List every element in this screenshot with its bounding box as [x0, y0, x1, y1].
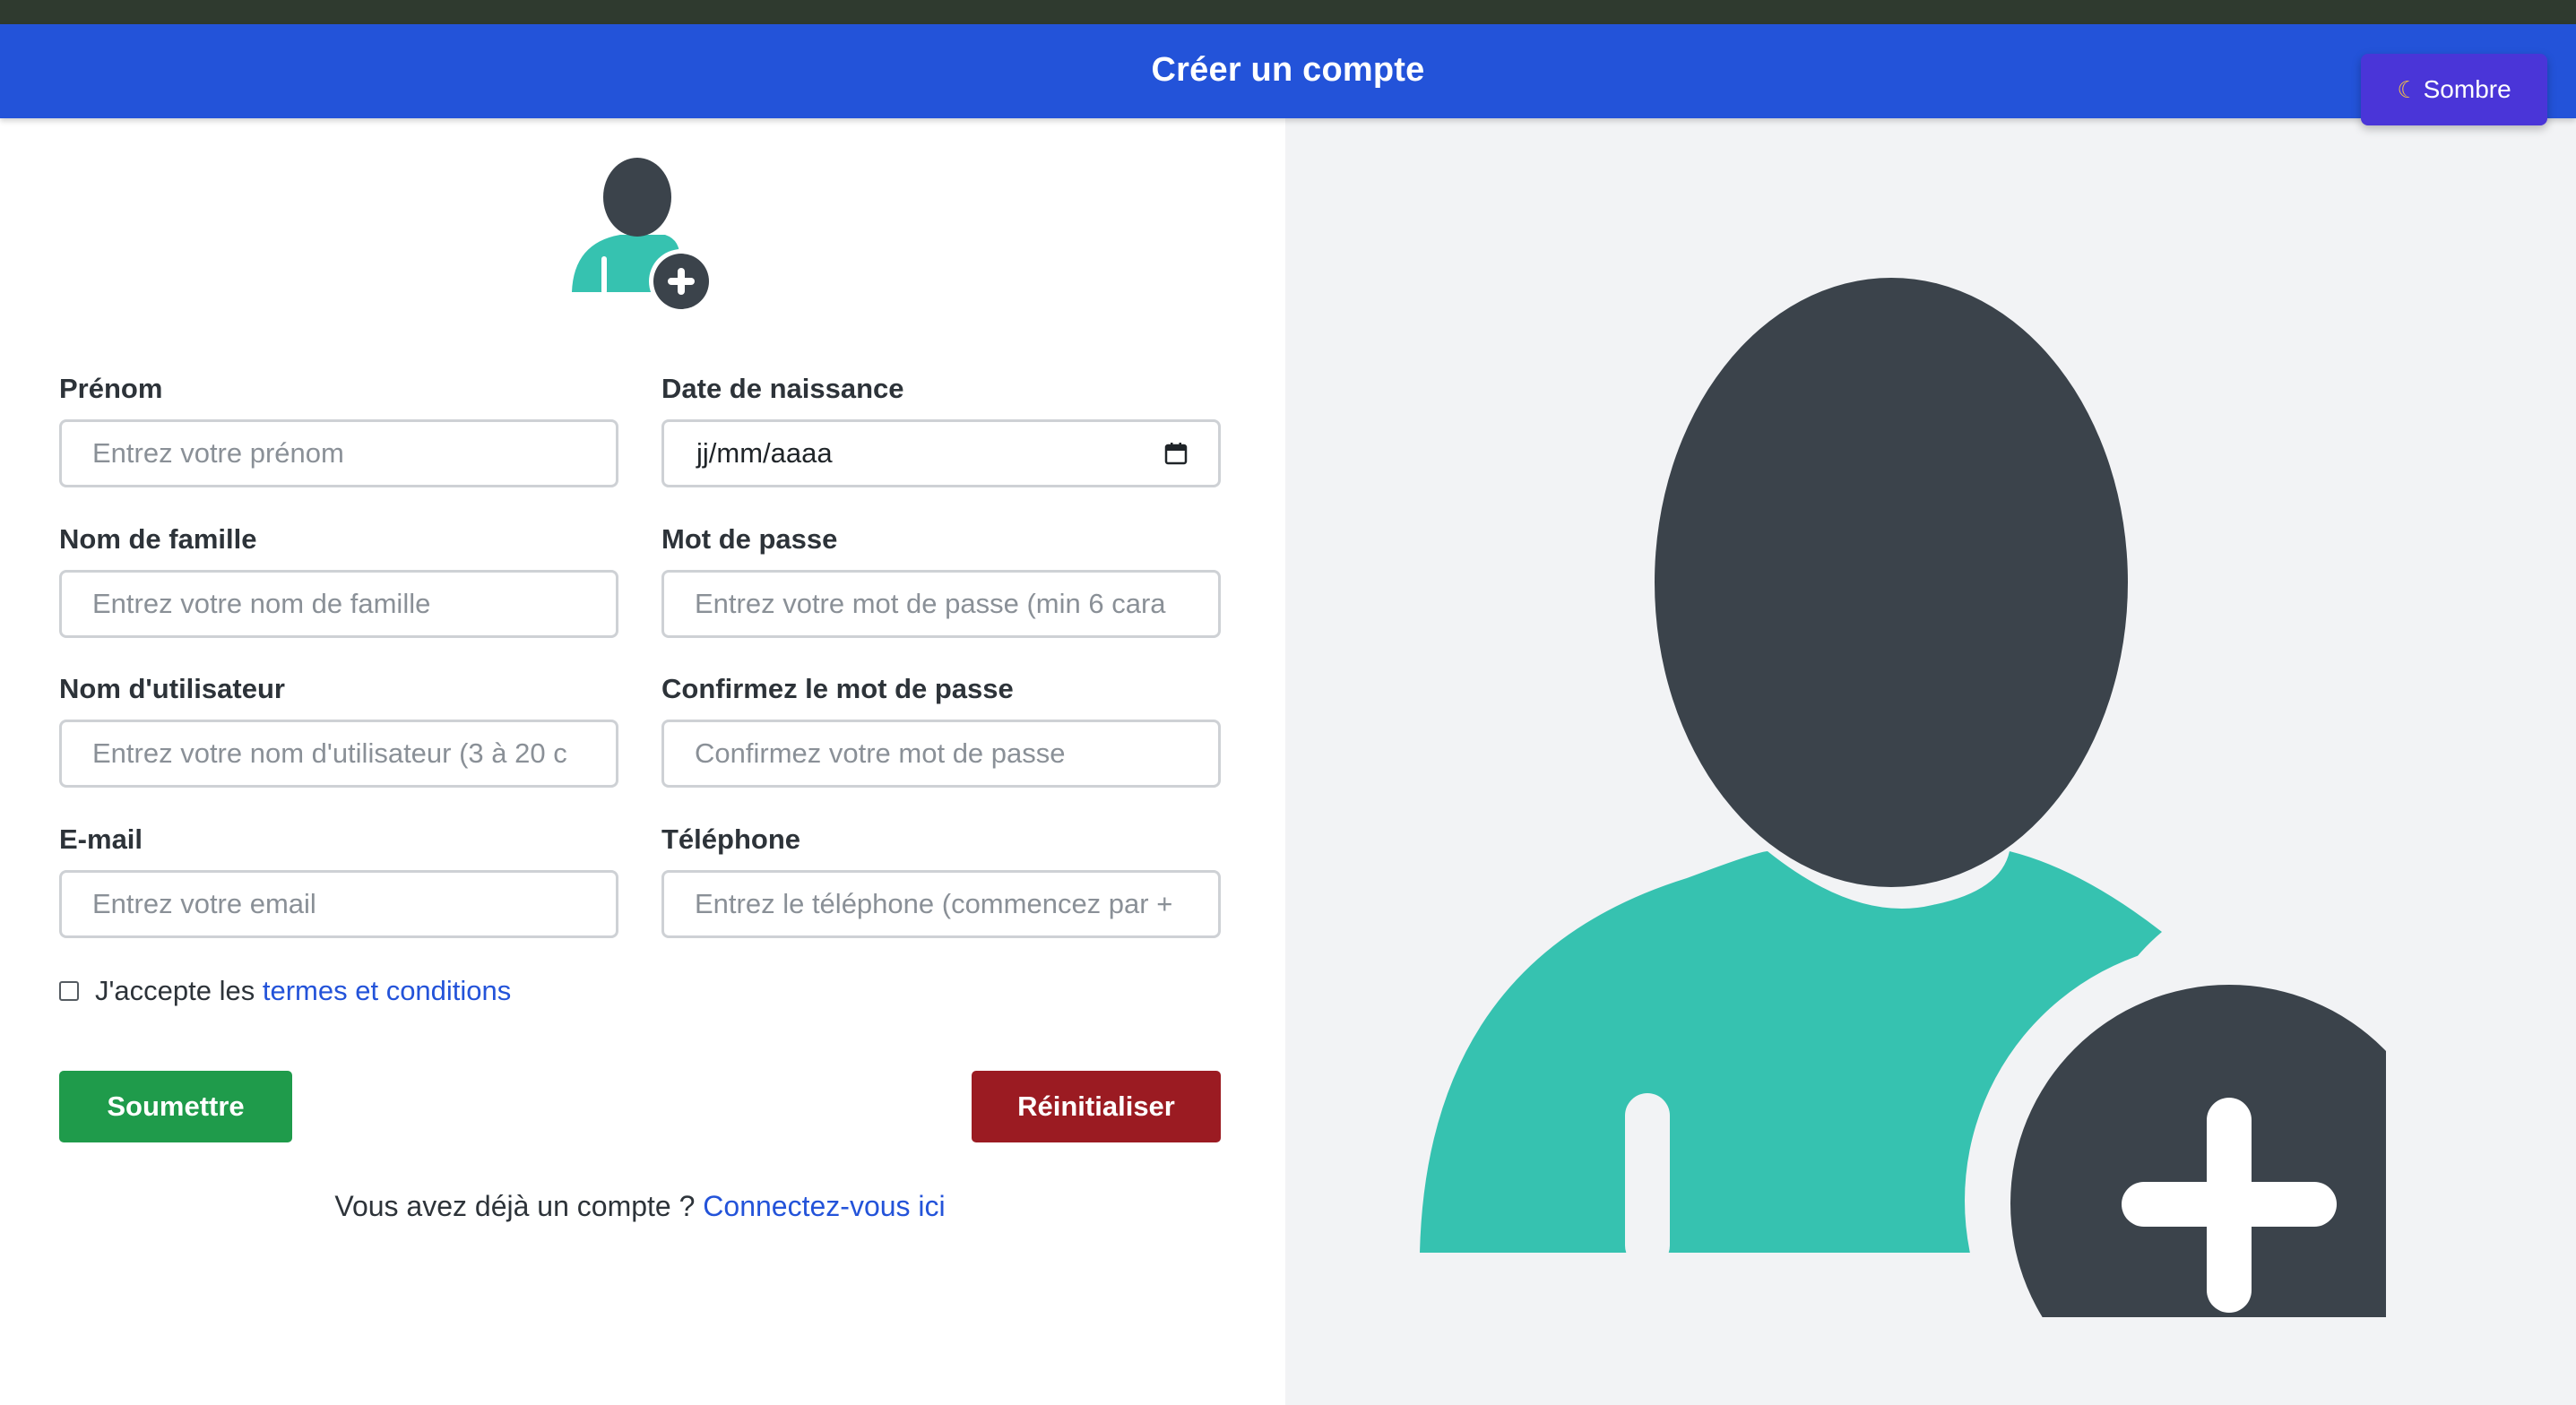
confirm-password-label: Confirmez le mot de passe: [661, 673, 1014, 704]
birth-date-value: jj/mm/aaaa: [696, 437, 833, 469]
moon-icon: ☾: [2397, 75, 2418, 103]
browser-chrome-strip: [0, 0, 2576, 24]
password-label: Mot de passe: [661, 523, 838, 555]
first-name-input[interactable]: [59, 419, 618, 487]
page-header: Créer un compte ☾ Sombre: [0, 24, 2576, 125]
email-label: E-mail: [59, 823, 143, 855]
username-label: Nom d'utilisateur: [59, 673, 285, 704]
email-input[interactable]: [59, 870, 618, 938]
birth-date-input[interactable]: jj/mm/aaaa: [661, 419, 1221, 487]
last-name-input[interactable]: [59, 570, 618, 638]
submit-button[interactable]: Soumettre: [59, 1071, 292, 1142]
terms-row: J'accepte les termes et conditions: [59, 975, 511, 1007]
username-input[interactable]: [59, 720, 618, 788]
login-link[interactable]: Connectez-vous ici: [703, 1190, 945, 1222]
illustration-panel: [1285, 118, 2576, 1405]
first-name-label: Prénom: [59, 373, 163, 404]
add-user-icon: [572, 158, 713, 310]
terms-prefix: J'accepte les: [95, 975, 255, 1006]
calendar-icon[interactable]: [1164, 442, 1188, 465]
phone-input[interactable]: [661, 870, 1221, 938]
password-input[interactable]: [661, 570, 1221, 638]
terms-link[interactable]: termes et conditions: [263, 975, 511, 1007]
add-user-illustration-icon: [1420, 278, 2386, 1317]
dark-mode-toggle-button[interactable]: ☾ Sombre: [2361, 54, 2547, 125]
page-title: Créer un compte: [1151, 51, 1425, 89]
registration-form-panel: Prénom Nom de famille Nom d'utilisateur …: [0, 118, 1285, 1405]
phone-label: Téléphone: [661, 823, 801, 855]
reset-button[interactable]: Réinitialiser: [972, 1071, 1221, 1142]
confirm-password-input[interactable]: [661, 720, 1221, 788]
dark-mode-toggle-label: Sombre: [2423, 75, 2511, 103]
last-name-label: Nom de famille: [59, 523, 257, 555]
birth-date-label: Date de naissance: [661, 373, 904, 404]
login-prompt-text: Vous avez déjà un compte ?: [334, 1190, 696, 1222]
terms-checkbox[interactable]: [59, 981, 79, 1001]
login-prompt: Vous avez déjà un compte ? Connectez-vou…: [0, 1190, 1280, 1223]
